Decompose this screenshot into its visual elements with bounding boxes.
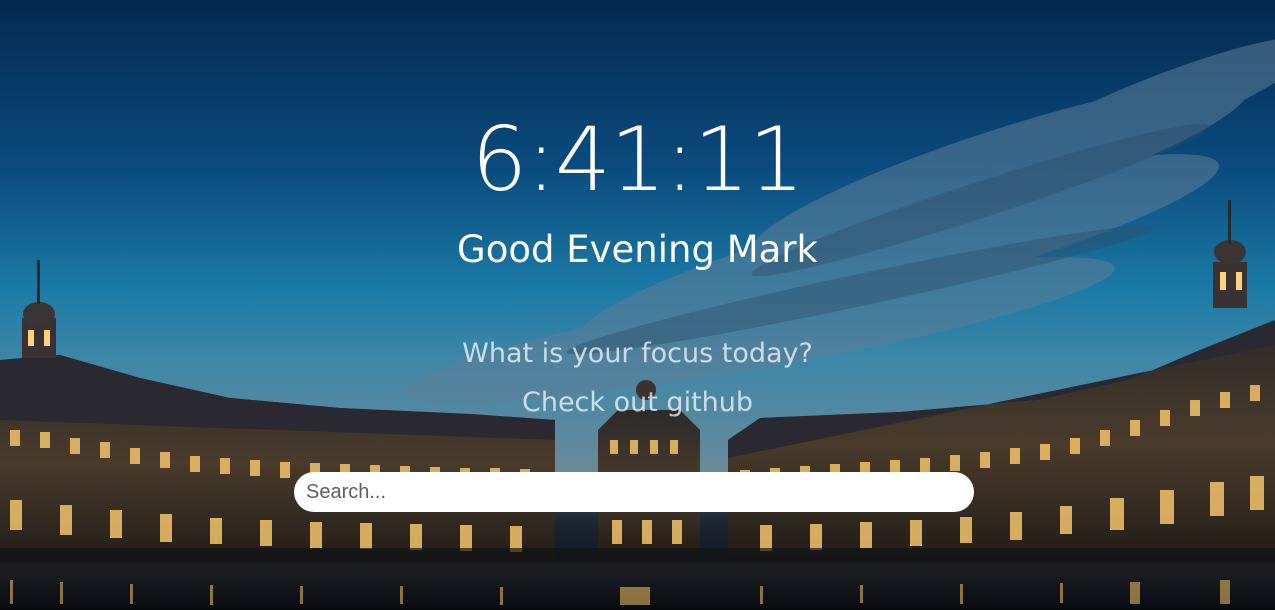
new-tab-dashboard: 6:41:11 Good Evening Mark What is your f… <box>0 0 1275 610</box>
clock: 6:41:11 <box>471 108 804 211</box>
github-link[interactable]: Check out github <box>0 387 1275 419</box>
greeting: Good Evening Mark <box>457 228 818 271</box>
dashboard-overlay: 6:41:11 Good Evening Mark What is your f… <box>0 0 1275 610</box>
search-bar <box>294 472 974 512</box>
search-input[interactable] <box>294 472 974 512</box>
focus-prompt[interactable]: What is your focus today? <box>0 338 1275 370</box>
